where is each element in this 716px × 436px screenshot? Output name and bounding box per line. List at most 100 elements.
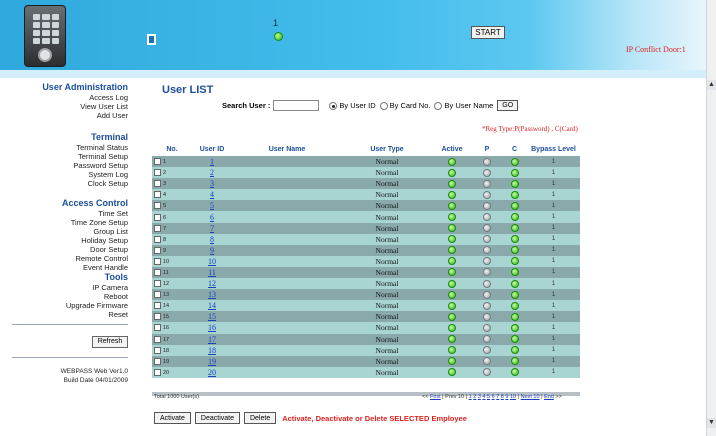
- sidebar-item-event-handle[interactable]: Event Handle: [0, 263, 140, 272]
- user-id-link[interactable]: 14: [208, 301, 216, 310]
- user-id-link[interactable]: 20: [208, 368, 216, 377]
- user-id-link[interactable]: 18: [208, 346, 216, 355]
- pager-page-link[interactable]: 5: [487, 394, 490, 400]
- sidebar-item-add-user[interactable]: Add User: [0, 111, 140, 120]
- row-select-checkbox[interactable]: [154, 235, 161, 243]
- row-select-checkbox[interactable]: [154, 268, 161, 276]
- user-id-link[interactable]: 16: [208, 323, 216, 332]
- user-name-cell: [232, 167, 342, 179]
- pager-page-link[interactable]: 9: [505, 394, 508, 400]
- scroll-up-icon[interactable]: ▲: [707, 80, 716, 90]
- user-id-link[interactable]: 10: [208, 257, 216, 266]
- sidebar-item-terminal-status[interactable]: Terminal Status: [0, 143, 140, 152]
- refresh-button[interactable]: Refresh: [92, 336, 128, 348]
- sidebar-item-time-set[interactable]: Time Set: [0, 209, 140, 218]
- sidebar-item-holiday-setup[interactable]: Holiday Setup: [0, 236, 140, 245]
- row-select-checkbox[interactable]: [154, 191, 161, 199]
- row-select-checkbox[interactable]: [154, 257, 161, 265]
- sidebar-item-group-list[interactable]: Group List: [0, 227, 140, 236]
- row-select-checkbox[interactable]: [154, 213, 161, 221]
- pager-page-link[interactable]: 1: [469, 394, 472, 400]
- total-users-text: Total 1000 User(s): [154, 394, 199, 400]
- radio-by-card-no[interactable]: [379, 101, 388, 110]
- pager-page-link[interactable]: 8: [501, 394, 504, 400]
- bypass-level-cell: 1: [527, 211, 580, 223]
- row-select-checkbox[interactable]: [154, 313, 161, 321]
- row-number: 2: [163, 170, 167, 177]
- row-select-checkbox[interactable]: [154, 180, 161, 188]
- pager-page-link[interactable]: 6: [492, 394, 495, 400]
- row-select-checkbox[interactable]: [154, 324, 161, 332]
- delete-button[interactable]: Delete: [243, 412, 277, 424]
- pager-page-link[interactable]: 7: [496, 394, 499, 400]
- row-no-cell: 3: [152, 178, 192, 190]
- door-icon[interactable]: [147, 34, 156, 45]
- pager-next-link[interactable]: Next 10: [521, 394, 540, 400]
- col-header: User Name: [268, 145, 306, 153]
- go-button[interactable]: GO: [497, 100, 519, 111]
- sidebar-item-view-user-list[interactable]: View User List: [0, 102, 140, 111]
- row-select-checkbox[interactable]: [154, 169, 161, 177]
- sidebar-item-ip-camera[interactable]: IP Camera: [0, 283, 140, 292]
- sidebar-item-terminal-setup[interactable]: Terminal Setup: [0, 152, 140, 161]
- user-id-link[interactable]: 17: [208, 335, 216, 344]
- search-input[interactable]: [273, 100, 320, 111]
- user-id-link[interactable]: 5: [210, 201, 214, 210]
- sidebar-item-reset[interactable]: Reset: [0, 310, 140, 319]
- c-cell: [502, 189, 527, 201]
- sidebar-item-time-zone-setup[interactable]: Time Zone Setup: [0, 218, 140, 227]
- user-id-link[interactable]: 2: [210, 168, 214, 177]
- user-id-link[interactable]: 8: [210, 235, 214, 244]
- radio-by-user-id[interactable]: [329, 101, 338, 110]
- sidebar-item-system-log[interactable]: System Log: [0, 170, 140, 179]
- pager-first-link[interactable]: First: [430, 394, 441, 400]
- sidebar-item-remote-control[interactable]: Remote Control: [0, 254, 140, 263]
- sidebar-item-password-setup[interactable]: Password Setup: [0, 161, 140, 170]
- row-select-checkbox[interactable]: [154, 346, 161, 354]
- pager-page-link[interactable]: 4: [482, 394, 485, 400]
- user-id-link[interactable]: 13: [208, 290, 216, 299]
- active-status-icon: [448, 368, 456, 377]
- sidebar-item-upgrade-firmware[interactable]: Upgrade Firmware: [0, 301, 140, 310]
- pager-prev[interactable]: Prev 10: [445, 394, 464, 400]
- user-id-link[interactable]: 19: [208, 357, 216, 366]
- radio-by-user-name[interactable]: [434, 101, 443, 110]
- sidebar-item-door-setup[interactable]: Door Setup: [0, 245, 140, 254]
- activate-button[interactable]: Activate: [154, 412, 191, 424]
- pager-page-link[interactable]: 3: [478, 394, 481, 400]
- pager-page-link[interactable]: 10: [510, 394, 516, 400]
- row-select-checkbox[interactable]: [154, 158, 161, 166]
- user-id-link[interactable]: 12: [208, 279, 216, 288]
- scroll-down-icon[interactable]: ▼: [707, 418, 716, 428]
- user-name-cell: [232, 266, 342, 279]
- user-id-link[interactable]: 7: [210, 224, 214, 233]
- row-select-checkbox[interactable]: [154, 280, 161, 288]
- user-id-link[interactable]: 11: [208, 268, 216, 277]
- card-status-icon: [510, 213, 519, 222]
- row-select-checkbox[interactable]: [154, 302, 161, 310]
- sidebar-item-access-log[interactable]: Access Log: [0, 93, 140, 102]
- vertical-scrollbar[interactable]: ▲ ▼: [706, 0, 716, 436]
- deactivate-button[interactable]: Deactivate: [194, 412, 240, 424]
- pager-end-link[interactable]: End: [544, 394, 554, 400]
- start-button[interactable]: START: [471, 26, 505, 39]
- p-cell: [472, 222, 502, 234]
- user-id-link[interactable]: 15: [208, 312, 216, 321]
- sidebar-item-clock-setup[interactable]: Clock Setup: [0, 179, 140, 188]
- pagination: << First | Prev 10 | 1 2 3 4 5 6 7 8 9 1…: [422, 394, 562, 400]
- user-id-link[interactable]: 4: [210, 190, 214, 199]
- active-cell: [432, 167, 472, 179]
- pager-page-link[interactable]: 2: [473, 394, 476, 400]
- user-id-link[interactable]: 9: [210, 246, 214, 255]
- row-select-checkbox[interactable]: [154, 368, 161, 376]
- sidebar-item-reboot[interactable]: Reboot: [0, 292, 140, 301]
- user-id-link[interactable]: 6: [210, 213, 214, 222]
- row-select-checkbox[interactable]: [154, 357, 161, 365]
- row-select-checkbox[interactable]: [154, 335, 161, 343]
- row-select-checkbox[interactable]: [154, 291, 161, 299]
- row-select-checkbox[interactable]: [154, 202, 161, 210]
- user-id-link[interactable]: 1: [210, 157, 214, 166]
- user-id-link[interactable]: 3: [210, 179, 214, 188]
- row-select-checkbox[interactable]: [154, 246, 161, 254]
- row-select-checkbox[interactable]: [154, 224, 161, 232]
